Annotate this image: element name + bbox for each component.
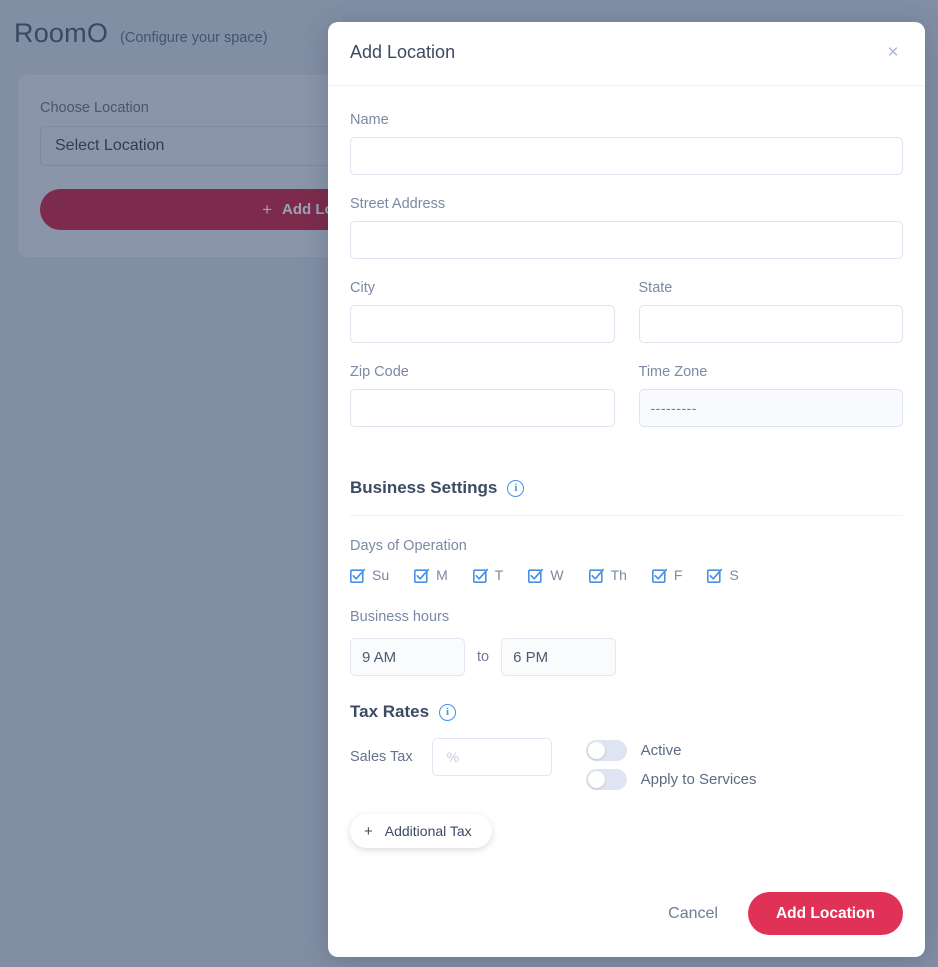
checkbox-checked-icon <box>528 568 544 583</box>
close-time-value: 6 PM <box>513 648 549 666</box>
day-label: T <box>494 567 504 583</box>
plus-icon: + <box>364 822 373 840</box>
toggle-label: Active <box>640 742 682 759</box>
day-checkbox-su[interactable]: Su <box>350 567 389 583</box>
sales-tax-input[interactable] <box>431 738 552 776</box>
close-icon[interactable]: × <box>881 40 905 64</box>
checkbox-checked-icon <box>588 568 604 583</box>
zip-timezone-row: Zip Code Time Zone --------- <box>350 364 903 448</box>
additional-tax-label: Additional Tax <box>384 823 472 839</box>
select-location-value: Select Location <box>55 137 165 154</box>
additional-tax-button[interactable]: + Additional Tax <box>350 814 492 848</box>
day-checkbox-s[interactable]: S <box>707 567 739 583</box>
day-checkbox-f[interactable]: F <box>651 567 683 583</box>
app-subtitle: (Configure your space) <box>120 30 268 46</box>
city-label: City <box>350 280 375 296</box>
day-label: S <box>729 567 739 583</box>
open-time-select[interactable]: 9 AM <box>350 638 465 676</box>
toggle-active[interactable]: Active <box>585 740 757 761</box>
tax-rates-title: Tax Rates <box>350 702 430 721</box>
info-icon[interactable]: i <box>439 703 457 721</box>
days-of-operation-label: Days of Operation <box>350 538 467 554</box>
time-zone-value: --------- <box>650 400 697 416</box>
time-zone-field-group: Time Zone --------- <box>638 364 903 427</box>
submit-add-location-button[interactable]: Add Location <box>747 892 903 935</box>
sales-tax-row: Sales Tax Active Apply to Services <box>350 738 903 790</box>
checkbox-checked-icon <box>472 568 488 583</box>
name-input[interactable] <box>350 137 903 175</box>
city-field-group: City <box>350 280 615 343</box>
modal-title: Add Location <box>350 42 456 62</box>
city-state-row: City State <box>350 280 903 364</box>
zip-code-input[interactable] <box>350 389 615 427</box>
plus-icon: + <box>262 199 273 219</box>
toggle-label: Apply to Services <box>640 771 757 788</box>
checkbox-checked-icon <box>350 568 366 583</box>
app-title: RoomO <box>14 18 109 48</box>
add-location-modal: Add Location × Name Street Address City … <box>328 22 925 957</box>
checkbox-checked-icon <box>651 568 668 583</box>
day-checkbox-m[interactable]: M <box>414 567 448 583</box>
checkbox-checked-icon <box>707 568 723 583</box>
time-zone-label: Time Zone <box>638 364 708 380</box>
business-hours-group: 9 AM to 6 PM <box>350 638 903 676</box>
zip-code-field-group: Zip Code <box>350 364 615 427</box>
business-hours-label: Business hours <box>350 609 450 625</box>
toggle-switch-icon[interactable] <box>585 769 627 790</box>
day-label: F <box>673 567 683 583</box>
app-header: RoomO (Configure your space) <box>14 18 268 49</box>
modal-body: Name Street Address City State Zip Code <box>328 86 925 848</box>
choose-location-label: Choose Location <box>40 100 149 116</box>
cancel-button[interactable]: Cancel <box>656 897 730 931</box>
day-label: M <box>436 567 448 583</box>
day-checkbox-th[interactable]: Th <box>588 567 627 583</box>
tax-toggles-group: Active Apply to Services <box>585 738 757 790</box>
business-settings-title: Business Settings <box>350 478 498 497</box>
modal-footer: Cancel Add Location <box>656 892 903 935</box>
open-time-value: 9 AM <box>362 648 397 666</box>
business-settings-divider <box>350 515 903 516</box>
name-field-group: Name <box>350 112 903 175</box>
day-label: Th <box>610 567 627 583</box>
zip-code-label: Zip Code <box>350 364 409 380</box>
state-input[interactable] <box>638 305 903 343</box>
time-zone-select[interactable]: --------- <box>638 389 903 427</box>
days-of-operation-group: Su M T W Th F S <box>350 567 903 583</box>
state-label: State <box>638 280 673 296</box>
tax-rates-heading: Tax Rates i <box>350 702 903 722</box>
close-time-select[interactable]: 6 PM <box>501 638 617 676</box>
modal-header: Add Location × <box>328 22 925 86</box>
sales-tax-label: Sales Tax <box>350 749 413 765</box>
business-settings-heading: Business Settings i <box>350 478 903 498</box>
street-address-label: Street Address <box>350 196 446 212</box>
street-address-input[interactable] <box>350 221 903 259</box>
info-icon[interactable]: i <box>507 479 525 497</box>
day-checkbox-w[interactable]: W <box>528 567 564 583</box>
day-label: Su <box>372 567 390 583</box>
name-label: Name <box>350 112 389 128</box>
checkbox-checked-icon <box>414 568 430 583</box>
state-field-group: State <box>638 280 903 343</box>
city-input[interactable] <box>350 305 615 343</box>
sales-tax-group: Sales Tax <box>350 738 552 776</box>
street-address-field-group: Street Address <box>350 196 903 259</box>
day-checkbox-t[interactable]: T <box>472 567 504 583</box>
toggle-switch-icon[interactable] <box>585 740 627 761</box>
to-label: to <box>477 649 490 665</box>
day-label: W <box>550 567 564 583</box>
toggle-apply-to-services[interactable]: Apply to Services <box>585 769 757 790</box>
